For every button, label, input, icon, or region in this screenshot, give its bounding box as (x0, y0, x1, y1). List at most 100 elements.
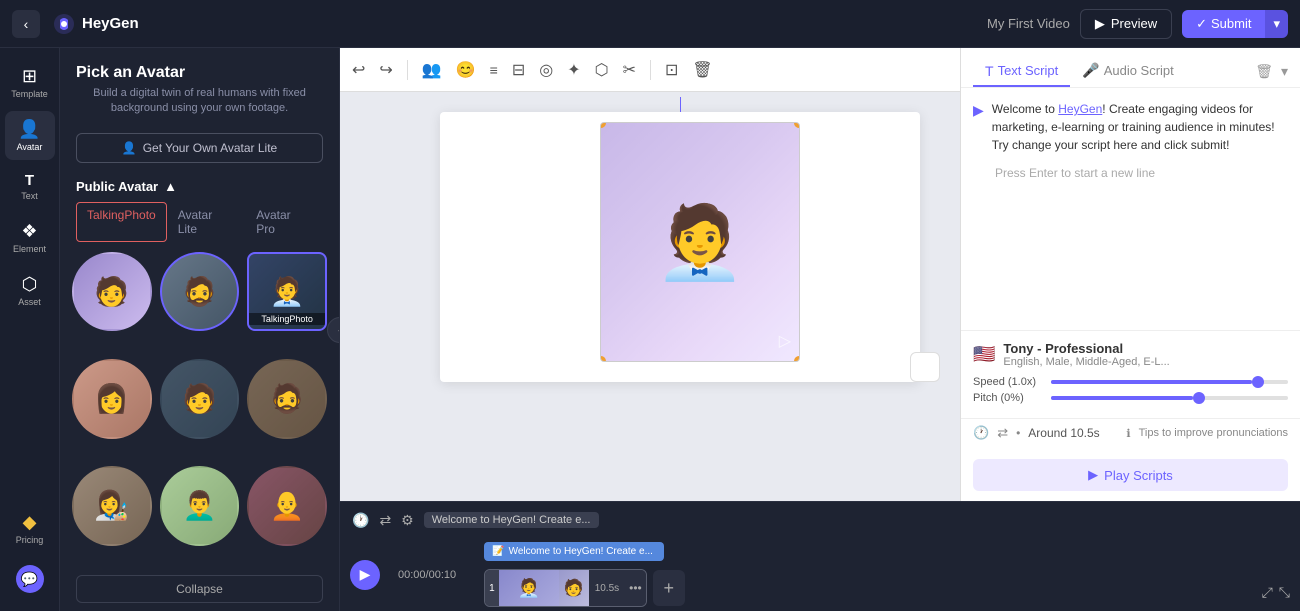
avatar-placeholder-7: 👩‍🎨 (74, 468, 150, 544)
sidebar-bottom: Collapse (60, 565, 339, 611)
timeline: 🕐 ⇄ ⚙ Welcome to HeyGen! Create e... ▶ 0… (340, 501, 1300, 611)
timeline-track-script: 📝 Welcome to HeyGen! Create e... (484, 542, 1292, 561)
effects-icon[interactable]: ✦ (567, 60, 580, 80)
tab-avatar-lite[interactable]: Avatar Lite (167, 202, 245, 242)
audio-script-icon: 🎤 (1082, 62, 1099, 79)
speed-slider[interactable] (1051, 380, 1288, 384)
toolbar-separator-2 (650, 60, 651, 80)
submit-btn-group: ✓ Submit ▾ (1182, 10, 1288, 38)
emoji-icon[interactable]: 😊 (456, 60, 476, 80)
tab-audio-script[interactable]: 🎤 Audio Script (1070, 56, 1186, 87)
timeline-scene-1[interactable]: 1 🧑‍💼 🧑 10.5s ••• (484, 569, 647, 607)
preview-button[interactable]: ▶ Preview (1080, 9, 1172, 39)
speed-slider-row: Speed (1.0x) (973, 376, 1288, 388)
redo-icon[interactable]: ↪ (379, 60, 392, 80)
canvas-slide[interactable]: 🧑‍💼 ▷ (440, 112, 920, 382)
back-button[interactable]: ‹ (12, 10, 40, 38)
sidebar-item-element[interactable]: ❖ Element (5, 213, 55, 262)
layers-icon[interactable]: ⊟ (512, 60, 525, 80)
speed-slider-fill (1051, 380, 1252, 384)
avatar-icon: 👤 (18, 119, 40, 140)
pitch-label: Pitch (0%) (973, 392, 1043, 404)
avatar-item-8[interactable]: 👨‍🦱 (160, 466, 240, 546)
copy-icon[interactable]: ⊡ (665, 60, 678, 80)
public-avatar-label: Public Avatar ▲ (60, 175, 339, 202)
scene-more-button[interactable]: ••• (625, 570, 646, 606)
avatar-item-5[interactable]: 🧑 (160, 359, 240, 439)
script-tabs: T Text Script 🎤 Audio Script 🗑 ▾ (961, 48, 1300, 88)
timeline-shrink-icon[interactable]: ⤡ (1279, 584, 1290, 601)
tab-avatar-pro[interactable]: Avatar Pro (245, 202, 323, 242)
avatar-grid: 🧑 🧔 🧑‍💼 TalkingPhoto 👩 🧑 🧔 👩‍🎨 (60, 252, 339, 565)
voice-info: 🇺🇸 Tony - Professional English, Male, Mi… (973, 341, 1288, 368)
clock-icon: 🕐 (973, 425, 989, 441)
pitch-slider-fill (1051, 396, 1193, 400)
script-text-content[interactable]: Welcome to HeyGen! Create engaging video… (992, 100, 1288, 154)
canvas-guide-top (680, 97, 681, 112)
sidebar-item-template[interactable]: ⊞ Template (5, 58, 55, 107)
timeline-script-clip[interactable]: 📝 Welcome to HeyGen! Create e... (484, 542, 664, 561)
zoom-button[interactable]: ⊕ (910, 352, 940, 382)
avatar-on-canvas[interactable]: 🧑‍💼 ▷ (600, 122, 800, 362)
apply-voice-button[interactable]: Tips to improve pronunciations (1139, 427, 1288, 439)
clip-text: Welcome to HeyGen! Create e... (509, 546, 653, 557)
add-scene-button[interactable]: + (653, 570, 685, 606)
heygen-logo-icon (52, 12, 76, 36)
canvas-viewport: 🧑‍💼 ▷ (340, 92, 960, 501)
crop-icon[interactable]: ✂ (623, 60, 636, 80)
avatar-tabs: TalkingPhoto Avatar Lite Avatar Pro (60, 202, 339, 252)
avatar-item-3[interactable]: 🧑‍💼 TalkingPhoto (247, 252, 327, 332)
people-icon[interactable]: 👥 (422, 60, 442, 80)
pitch-slider-row: Pitch (0%) (973, 392, 1288, 404)
avatar-placeholder-8: 👨‍🦱 (162, 468, 238, 544)
canvas-arrow-icon: ▷ (779, 331, 791, 351)
avatar-item-2[interactable]: 🧔 (160, 252, 240, 332)
script-text-block: ▶ Welcome to HeyGen! Create engaging vid… (973, 100, 1288, 154)
avatar-item-7[interactable]: 👩‍🎨 (72, 466, 152, 546)
script-play-icon[interactable]: ▶ (973, 102, 984, 154)
avatar-item-4[interactable]: 👩 (72, 359, 152, 439)
submit-button[interactable]: ✓ Submit (1182, 10, 1265, 38)
sidebar-item-avatar[interactable]: 👤 Avatar (5, 111, 55, 160)
sidebar-description: Build a digital twin of real humans with… (76, 86, 323, 117)
new-line-placeholder[interactable]: Press Enter to start a new line (973, 162, 1288, 180)
expand-script-icon[interactable]: ▾ (1281, 63, 1288, 80)
timeline-clock-icon[interactable]: 🕐 (352, 512, 369, 529)
avatar-item-9[interactable]: 🧑‍🦲 (247, 466, 327, 546)
delete-icon[interactable]: 🗑 (692, 60, 712, 80)
scene-duration: 10.5s (589, 570, 625, 606)
duration-value: Around 10.5s (1028, 426, 1099, 440)
chat-icon: 💬 (16, 565, 44, 593)
avatar-item-1[interactable]: 🧑 (72, 252, 152, 332)
speed-slider-thumb (1252, 376, 1264, 388)
hide-icon[interactable]: ◎ (539, 60, 553, 80)
sidebar-item-help[interactable]: 💬 (5, 557, 55, 601)
timeline-expand-icon[interactable]: ⤢ (1262, 584, 1273, 601)
undo-icon[interactable]: ↩ (352, 60, 365, 80)
timeline-track-scene: 1 🧑‍💼 🧑 10.5s ••• + (484, 569, 1292, 607)
script-actions: 🗑 ▾ (1255, 63, 1288, 80)
icon-bar: ⊞ Template 👤 Avatar T Text ❖ Element ⬡ A… (0, 48, 60, 611)
timeline-lang-icon[interactable]: ⇄ (379, 512, 391, 529)
resize-handle-br[interactable] (794, 356, 800, 362)
shape-icon[interactable]: ⬡ (595, 60, 609, 80)
text-lines-icon[interactable]: ≡ (490, 62, 498, 78)
sidebar-item-pricing[interactable]: ◆ Pricing (5, 504, 55, 553)
heygen-link[interactable]: HeyGen (1058, 102, 1102, 116)
collapse-button[interactable]: Collapse (76, 575, 323, 603)
voice-name: Tony - Professional (1003, 341, 1169, 356)
timeline-settings-icon[interactable]: ⚙ (401, 512, 414, 529)
play-scripts-button[interactable]: ▶ Play Scripts (973, 459, 1288, 491)
sidebar-item-text[interactable]: T Text (5, 164, 55, 209)
sidebar-item-asset[interactable]: ⬡ Asset (5, 266, 55, 315)
tab-text-script[interactable]: T Text Script (973, 57, 1070, 87)
pitch-slider[interactable] (1051, 396, 1288, 400)
timeline-play-button[interactable]: ▶ (350, 560, 380, 590)
get-avatar-button[interactable]: 👤 Get Your Own Avatar Lite (76, 133, 323, 163)
main-layout: ⊞ Template 👤 Avatar T Text ❖ Element ⬡ A… (0, 48, 1300, 611)
preview-icon: ▶ (1095, 16, 1105, 32)
delete-script-icon[interactable]: 🗑 (1255, 63, 1273, 80)
avatar-item-6[interactable]: 🧔 (247, 359, 327, 439)
tab-talking-photo[interactable]: TalkingPhoto (76, 202, 167, 242)
submit-dropdown-button[interactable]: ▾ (1265, 10, 1288, 38)
